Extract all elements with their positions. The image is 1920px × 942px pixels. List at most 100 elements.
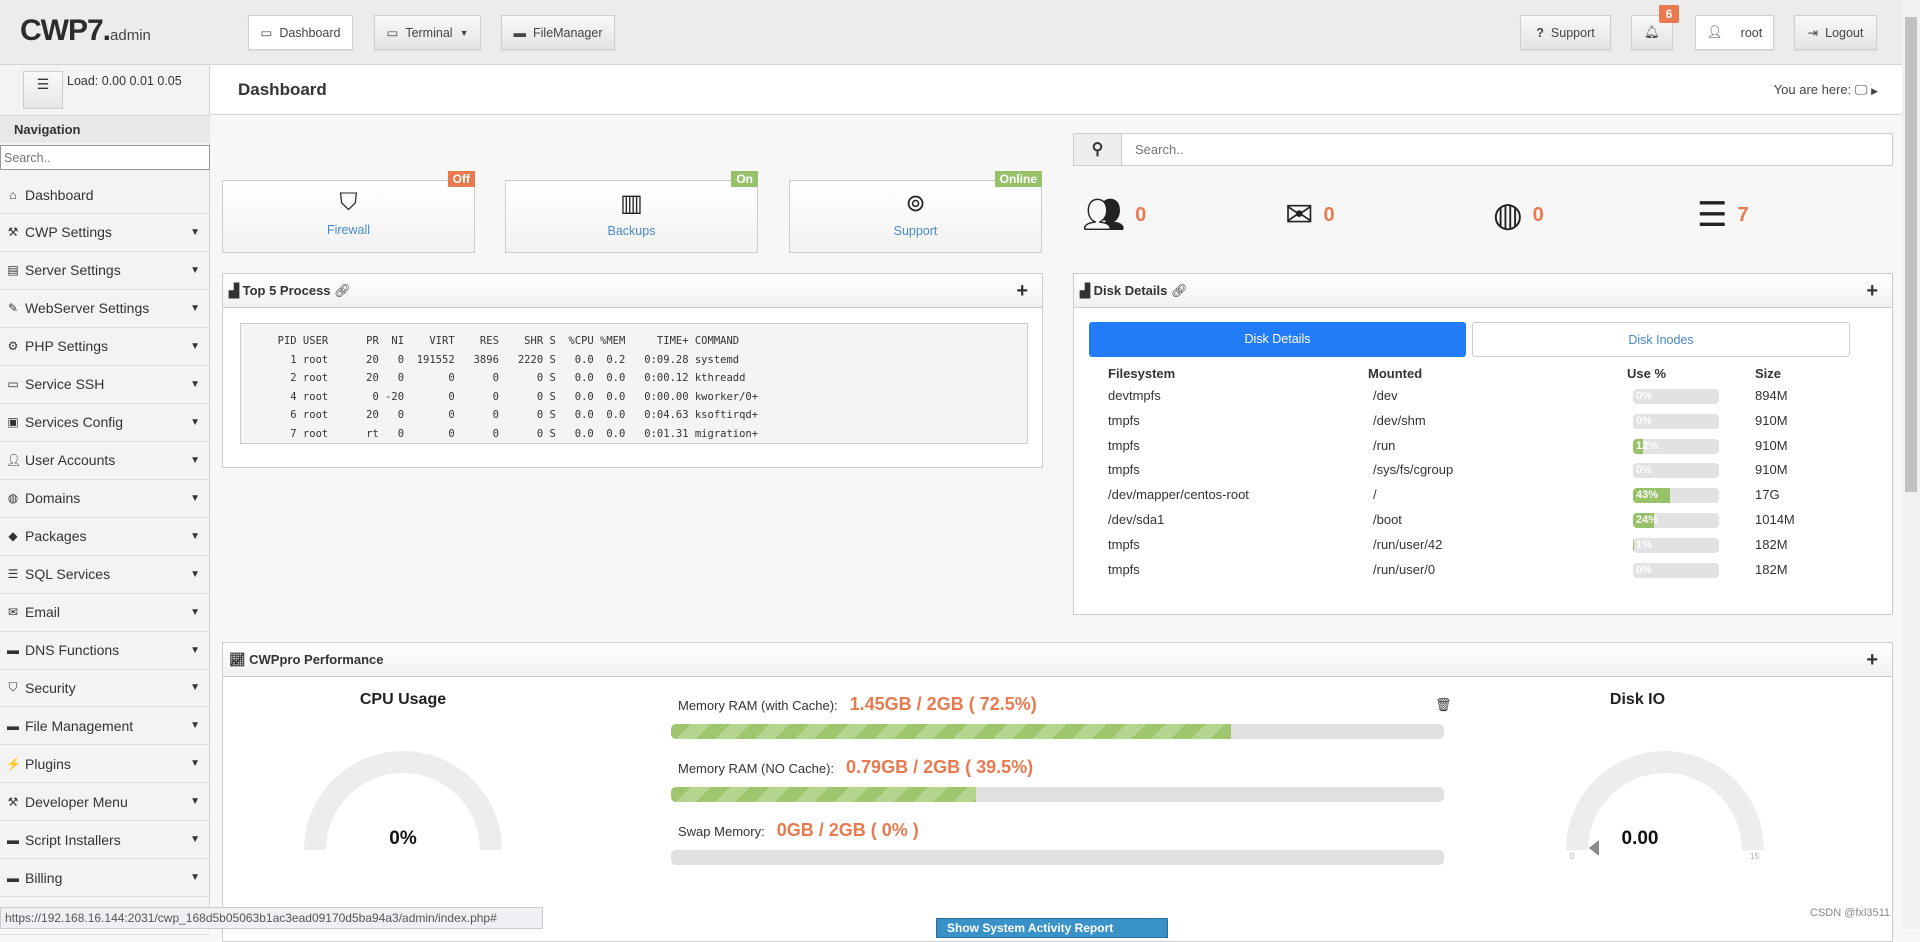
sidebar-item-packages[interactable]: ◆ Packages ▼ <box>0 518 210 556</box>
user-menu-button[interactable]: 👤︎ root <box>1695 15 1774 50</box>
database-icon: ☰ <box>1697 196 1728 234</box>
notification-count-badge: 6 <box>1659 5 1679 23</box>
load-button[interactable]: ☰ <box>23 71 63 109</box>
disk-mount: / <box>1373 487 1377 503</box>
sidebar-item-domains[interactable]: ◍ Domains ▼ <box>0 480 210 518</box>
sidebar-item-webserver-settings[interactable]: ✎ WebServer Settings ▼ <box>0 290 210 328</box>
plug-icon: ⚡ <box>6 756 21 771</box>
status-box-backups[interactable]: On ▥ Backups <box>505 171 758 253</box>
top-process-panel: ▟ Top 5 Process 🔗︎ + PID USER PR NI VIRT … <box>222 273 1043 468</box>
top-header: CWP7.admin ▭ Dashboard ▭ Terminal ▼ ▬ FileMa… <box>0 0 1902 65</box>
caret-down-icon: ▼ <box>190 264 200 276</box>
sidebar-item-dashboard[interactable]: ⌂ Dashboard <box>0 176 210 214</box>
line-chart-icon: 📈︎ <box>229 652 246 667</box>
database-icon: ☰ <box>36 76 50 92</box>
system-activity-report-button[interactable]: Show System Activity Report <box>936 918 1168 938</box>
disk-size: 1014M <box>1755 512 1795 527</box>
tab-disk-inodes[interactable]: Disk Inodes <box>1472 322 1850 357</box>
caret-down-icon: ▼ <box>190 340 200 352</box>
globe-icon: ◍ <box>7 491 19 506</box>
sidebar-item-dns-functions[interactable]: ▬ DNS Functions ▼ <box>0 632 210 670</box>
disk-filesystem: /dev/sda1 <box>1108 512 1165 527</box>
folder-icon: ▬ <box>7 718 19 733</box>
mail-icon: ✉ <box>7 605 19 620</box>
nav-filemanager-button[interactable]: ▬ FileManager <box>501 15 615 50</box>
link-icon[interactable]: 🔗︎ <box>334 283 351 298</box>
cube-icon: ◆ <box>8 529 18 544</box>
disk-size: 894M <box>1755 388 1788 403</box>
globe-icon: ◍ <box>1493 196 1523 234</box>
expand-plus-icon[interactable]: + <box>1016 280 1028 303</box>
sidebar-item-file-management[interactable]: ▬ File Management ▼ <box>0 707 210 746</box>
expand-plus-icon[interactable]: + <box>1866 280 1878 303</box>
disk-filesystem: tmpfs <box>1108 412 1140 428</box>
search-icon[interactable]: ⚲ <box>1074 134 1122 165</box>
cabinet-icon: ▥ <box>620 190 643 217</box>
page-scrollbar[interactable] <box>1902 0 1920 929</box>
caret-down-icon: ▼ <box>190 720 200 732</box>
link-icon[interactable]: 🔗︎ <box>1171 283 1188 298</box>
disk-filesystem: tmpfs <box>1108 462 1140 478</box>
trash-icon[interactable]: 🗑︎ <box>1435 697 1452 713</box>
caret-down-icon: ▼ <box>190 454 200 466</box>
sidebar-item-plugins[interactable]: ⚡ Plugins ▼ <box>0 745 210 784</box>
panel-header: ▟ Disk Details 🔗︎ + <box>1074 274 1892 308</box>
memory-progress-fill <box>671 724 1232 739</box>
logo[interactable]: CWP7.admin <box>20 14 151 48</box>
disk-mount: /boot <box>1373 512 1402 527</box>
cpu-usage-title: CPU Usage <box>359 691 447 708</box>
new-icon: ▬ <box>7 870 19 885</box>
bell-icon: 🔔︎ <box>1644 25 1660 39</box>
monitor-icon: ▭ <box>260 26 273 40</box>
disk-usage-bar: 0% <box>1633 463 1719 479</box>
status-badge: Online <box>994 171 1042 187</box>
question-icon: ? <box>1536 25 1544 40</box>
disk-io-title: Disk IO <box>1609 691 1666 708</box>
nav-terminal-button[interactable]: ▭ Terminal ▼ <box>374 15 481 50</box>
disk-mount: /sys/fs/cgroup <box>1373 462 1454 478</box>
scrollbar-thumb[interactable] <box>1905 17 1917 492</box>
sidebar-item-script-installers[interactable]: ▬ Script Installers ▼ <box>0 821 210 860</box>
new-icon: ▬ <box>7 832 19 847</box>
search-input[interactable] <box>1122 134 1892 165</box>
sidebar-item-developer-menu[interactable]: ⚒ Developer Menu ▼ <box>0 783 210 822</box>
user-icon: 👤︎ <box>6 453 22 468</box>
sidebar-item-cwp-settings[interactable]: ⚒ CWP Settings ▼ <box>0 214 210 252</box>
sidebar-item-services-config[interactable]: ▣ Services Config ▼ <box>0 404 210 442</box>
nav-dashboard-button[interactable]: ▭ Dashboard <box>248 15 353 50</box>
disk-filesystem: tmpfs <box>1108 437 1140 453</box>
sidebar-item-billing[interactable]: ▬ Billing ▼ <box>0 859 210 898</box>
disk-mount: /dev/shm <box>1373 412 1426 428</box>
logout-button[interactable]: ⇥ Logout <box>1794 15 1877 50</box>
sidebar-item-sql-services[interactable]: ☰ SQL Services ▼ <box>0 556 210 594</box>
stat-globe[interactable]: ◍ 0 <box>1493 195 1544 235</box>
caret-down-icon: ▼ <box>190 796 200 808</box>
sidebar-item-security[interactable]: ⛉ Security ▼ <box>0 669 210 708</box>
disk-size: 910M <box>1755 437 1788 453</box>
status-box-firewall[interactable]: Off ⛉ Firewall <box>222 171 475 253</box>
tab-disk-details[interactable]: Disk Details <box>1089 322 1466 357</box>
caret-down-icon: ▼ <box>190 606 200 618</box>
status-badge: On <box>731 171 758 187</box>
sidebar-item-server-settings[interactable]: ▤ Server Settings ▼ <box>0 252 210 290</box>
memory-progress-fill <box>671 787 977 802</box>
sidebar-item-email[interactable]: ✉ Email ▼ <box>0 594 210 632</box>
sidebar-item-service-ssh[interactable]: ▭ Service SSH ▼ <box>0 366 210 404</box>
disk-io-gauge-needle <box>1589 840 1599 855</box>
support-button[interactable]: ? Support <box>1520 15 1611 50</box>
stat-users[interactable]: 👥︎ 0 <box>1082 195 1146 235</box>
folder-icon: ▬ <box>513 25 527 40</box>
dns-icon: ▬ <box>7 643 19 657</box>
caret-down-icon: ▼ <box>190 568 200 580</box>
load-average: Load: 0.00 0.01 0.05 <box>67 74 182 88</box>
sidebar-item-user-accounts[interactable]: 👤︎ User Accounts ▼ <box>0 442 210 480</box>
monitor-icon[interactable]: 🖵︎ <box>1855 82 1868 97</box>
stat-mail[interactable]: ✉ 0 <box>1285 195 1335 235</box>
stat-database[interactable]: ☰ 7 <box>1697 195 1749 235</box>
user-icon: 👤︎ <box>1706 25 1723 39</box>
expand-plus-icon[interactable]: + <box>1866 649 1878 672</box>
sidebar-item-php-settings[interactable]: ⚙ PHP Settings ▼ <box>0 328 210 366</box>
nav-search-input[interactable] <box>0 145 210 170</box>
caret-down-icon: ▼ <box>190 682 200 694</box>
status-box-support[interactable]: Online ⊚ Support <box>789 171 1042 253</box>
